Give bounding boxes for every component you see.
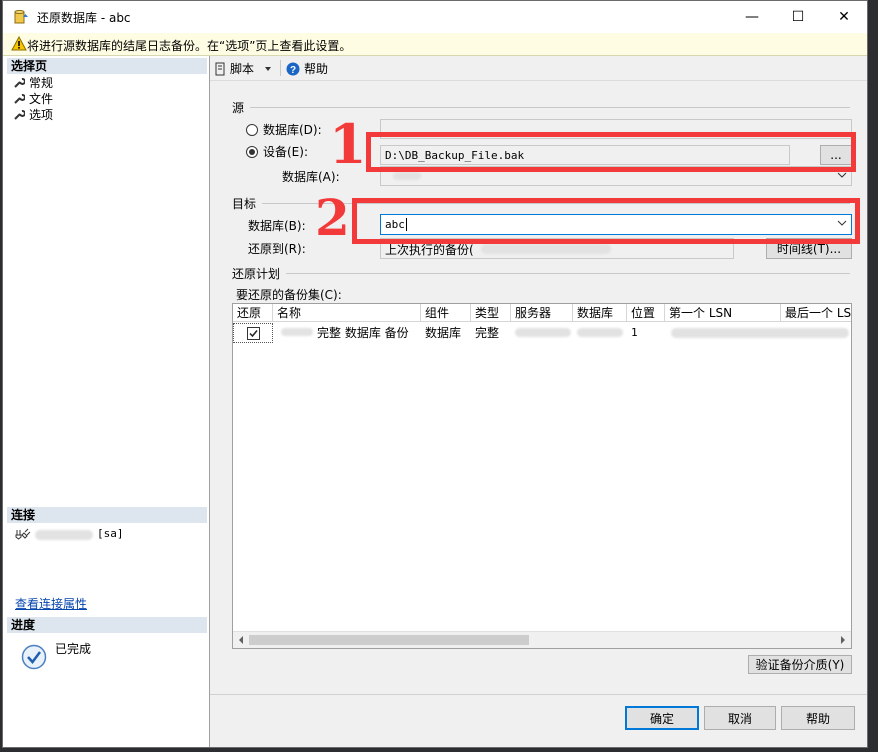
target-database-combo[interactable]: abc [380, 214, 852, 235]
source-device-radio[interactable] [246, 146, 258, 158]
connection-user: [sa] [97, 527, 124, 540]
toolbar: 脚本 ? 帮助 [210, 56, 867, 81]
wrench-icon [14, 94, 25, 104]
wrench-icon [14, 110, 25, 120]
restore-plan-group-label: 还原计划 [232, 267, 281, 281]
title-bar: 还原数据库 - abc — ☐ ✕ [3, 1, 867, 33]
column-header-restore[interactable]: 还原 [233, 304, 273, 322]
scroll-right-icon[interactable] [839, 636, 847, 644]
connection-header: 连接 [7, 507, 207, 523]
warning-icon [11, 36, 27, 51]
progress-status: 已完成 [55, 642, 92, 656]
scroll-thumb[interactable] [249, 635, 529, 645]
page-options[interactable]: 选项 [13, 107, 53, 123]
checkmark-icon [249, 330, 258, 338]
help-button[interactable]: 帮助 [781, 706, 855, 730]
target-divider [262, 203, 850, 204]
page-files[interactable]: 文件 [13, 91, 53, 107]
scroll-left-icon[interactable] [237, 636, 245, 644]
source-database-radio[interactable] [246, 124, 258, 136]
page-general[interactable]: 常规 [13, 75, 53, 91]
column-header-position[interactable]: 位置 [627, 304, 665, 322]
cancel-button[interactable]: 取消 [704, 706, 776, 730]
row-type: 完整 [475, 326, 500, 340]
connection-icon [15, 528, 31, 540]
warning-text: 将进行源数据库的结尾日志备份。在“选项”页上查看此设置。 [27, 39, 352, 53]
annotation-number-1: 1 [329, 112, 367, 176]
column-header-type[interactable]: 类型 [471, 304, 511, 322]
backup-sets-grid[interactable]: 还原 名称 组件 类型 服务器 数据库 位置 第一个 LSN 最后一个 LS 完… [232, 303, 852, 649]
row-component: 数据库 [425, 326, 462, 340]
restore-checkbox[interactable] [247, 327, 260, 340]
source-db-redacted [393, 172, 421, 180]
backup-sets-label: 要还原的备份集(C): [236, 288, 342, 302]
database-redacted [577, 328, 623, 337]
page-files-label: 文件 [29, 92, 54, 106]
minimize-button[interactable]: — [729, 1, 775, 33]
column-header-server[interactable]: 服务器 [511, 304, 573, 322]
text-caret [405, 218, 407, 231]
chevron-down-icon [837, 172, 847, 178]
grid-horizontal-scrollbar[interactable] [233, 631, 851, 648]
row-name: 完整 数据库 备份 [317, 326, 409, 340]
page-options-label: 选项 [29, 108, 54, 122]
close-button[interactable]: ✕ [821, 1, 867, 33]
server-redacted [515, 328, 571, 337]
source-device-radio-label: 设备(E): [263, 145, 308, 159]
source-divider [250, 107, 850, 108]
server-name-redacted [35, 530, 93, 540]
window-title: 还原数据库 - abc [37, 11, 131, 25]
row-position: 1 [631, 326, 638, 339]
help-toolbar-button[interactable]: ? 帮助 [286, 60, 328, 77]
view-connection-properties-link[interactable]: 查看连接属性 [15, 595, 87, 612]
select-page-header: 选择页 [7, 58, 207, 74]
column-header-database[interactable]: 数据库 [573, 304, 627, 322]
dropdown-arrow-icon [265, 66, 272, 71]
device-path-field[interactable]: D:\DB_Backup_File.bak [380, 145, 790, 165]
column-header-first-lsn[interactable]: 第一个 LSN [665, 304, 781, 322]
restore-plan-divider [286, 273, 850, 274]
left-pane: 选择页 常规 文件 选项 连接 [sa] 查看连接属性 进度 已完成 [3, 56, 210, 747]
script-button[interactable]: 脚本 [214, 60, 272, 77]
browse-device-button[interactable]: ... [820, 145, 852, 165]
help-toolbar-label: 帮助 [304, 62, 329, 76]
column-header-name[interactable]: 名称 [273, 304, 421, 322]
svg-text:?: ? [290, 65, 296, 76]
restore-to-field[interactable]: 上次执行的备份( [380, 238, 734, 259]
target-database-value: abc [385, 218, 405, 231]
progress-header: 进度 [7, 617, 207, 633]
chevron-down-icon [837, 220, 847, 226]
target-group-label: 目标 [232, 197, 257, 211]
wrench-icon [14, 78, 25, 88]
restore-to-value: 上次执行的备份( [385, 243, 474, 257]
restore-database-window: 还原数据库 - abc — ☐ ✕ 将进行源数据库的结尾日志备份。在“选项”页上… [2, 0, 868, 748]
database-restore-icon [14, 10, 28, 24]
name-redacted [281, 328, 313, 336]
page-general-label: 常规 [29, 76, 54, 90]
source-db-combo[interactable] [380, 166, 852, 186]
checkmark-complete-icon [21, 644, 47, 670]
script-label: 脚本 [230, 62, 255, 76]
restore-to-redacted [481, 244, 611, 254]
timeline-button[interactable]: 时间线(T)... [766, 238, 852, 259]
lsn-redacted [671, 328, 849, 338]
source-group-label: 源 [232, 101, 245, 115]
source-database-radio-label: 数据库(D): [263, 123, 322, 137]
ok-button[interactable]: 确定 [625, 706, 699, 730]
help-icon: ? [286, 62, 300, 76]
maximize-button[interactable]: ☐ [775, 1, 821, 33]
toolbar-separator [280, 60, 281, 76]
warning-bar: 将进行源数据库的结尾日志备份。在“选项”页上查看此设置。 [3, 33, 867, 56]
column-header-last-lsn[interactable]: 最后一个 LS [781, 304, 851, 322]
annotation-number-2: 2 [315, 188, 350, 247]
footer-divider [210, 694, 867, 695]
verify-backup-media-button[interactable]: 验证备份介质(Y) [748, 655, 852, 674]
source-database-combo[interactable] [380, 119, 852, 139]
restore-to-label: 还原到(R): [248, 242, 306, 256]
target-database-label: 数据库(B): [248, 219, 306, 233]
column-header-component[interactable]: 组件 [421, 304, 471, 322]
restore-cell[interactable] [233, 323, 273, 343]
script-icon [215, 62, 225, 75]
